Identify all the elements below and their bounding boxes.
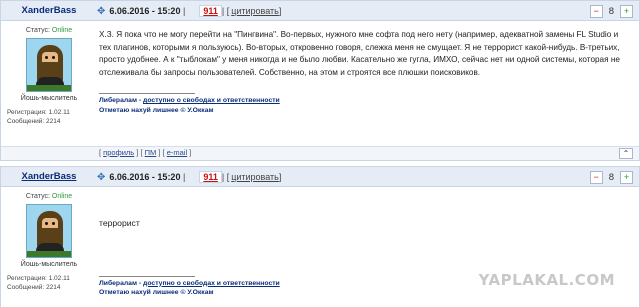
site-watermark: YAPLAKAL.COM xyxy=(478,271,615,289)
post-meta: ✥ 6.06.2016 - 15:20 | 911 | [цитировать] xyxy=(97,5,282,17)
signature-divider xyxy=(99,93,195,95)
post-rating: − 8 + xyxy=(589,4,633,18)
profile-link[interactable]: профиль xyxy=(103,148,134,157)
avatar[interactable] xyxy=(26,204,72,258)
rating-value: 8 xyxy=(608,5,614,17)
forum-post: XanderBass ✥ 6.06.2016 - 15:20 | 911 | [цит… xyxy=(0,0,640,161)
cite-button[interactable]: цитировать xyxy=(231,172,279,182)
message-count: Сообщений: 2214 xyxy=(7,118,61,125)
signature-quote: Отметаю нахуй лишнее © У.Оккам xyxy=(99,106,214,114)
user-status: Статус: Online xyxy=(1,27,97,34)
forum-post: XanderBass ✥ 6.06.2016 - 15:20 | 911 | [цит… xyxy=(0,166,640,307)
post-number-link[interactable]: 911 xyxy=(199,5,222,17)
user-stats: Регистрация: 1.02.11 Сообщений: 2214 xyxy=(1,108,97,126)
cite-button[interactable]: цитировать xyxy=(231,6,279,16)
registration-date: Регистрация: 1.02.11 xyxy=(7,275,70,282)
rating-value: 8 xyxy=(608,171,614,183)
pin-icon[interactable]: ✥ xyxy=(97,172,105,183)
post-rating: − 8 + xyxy=(589,170,633,184)
status-label: Статус: xyxy=(25,193,50,200)
user-rank: Йошь-мыслитель xyxy=(20,261,78,268)
pin-icon[interactable]: ✥ xyxy=(97,6,105,17)
post-header: XanderBass ✥ 6.06.2016 - 15:20 | 911 | [цит… xyxy=(1,167,639,187)
registration-date: Регистрация: 1.02.11 xyxy=(7,109,70,116)
user-sidebar: Статус: Online Йошь-мыслитель Регистраци… xyxy=(1,21,97,160)
post-meta: ✥ 6.06.2016 - 15:20 | 911 | [цитировать] xyxy=(97,171,282,183)
vote-up-icon[interactable]: + xyxy=(620,4,633,18)
post-number-link[interactable]: 911 xyxy=(199,171,222,183)
signature-link[interactable]: доступно о свободах и ответственности xyxy=(143,280,280,287)
signature-divider xyxy=(99,275,195,277)
status-online: Online xyxy=(51,27,73,34)
signature-link[interactable]: доступно о свободах и ответственности xyxy=(143,97,280,104)
post-date: 6.06.2016 - 15:20 xyxy=(109,172,181,182)
post-date: 6.06.2016 - 15:20 xyxy=(109,6,181,16)
signature-prefix: Либералам - xyxy=(99,97,144,105)
email-link[interactable]: e-mail xyxy=(167,148,187,157)
post-footer: [ профиль ] [ ПМ ] [ e-mail ] ⌃ xyxy=(1,146,639,160)
scroll-up-icon[interactable]: ⌃ xyxy=(619,148,633,159)
vote-up-icon[interactable]: + xyxy=(620,170,633,184)
message-count: Сообщений: 2214 xyxy=(7,284,61,291)
post-content: Х.З. Я пока что не могу перейти на "Пинг… xyxy=(97,21,633,115)
user-sidebar: Статус: Online Йошь-мыслитель Регистраци… xyxy=(1,187,97,307)
author-name[interactable]: XanderBass xyxy=(1,1,97,21)
signature-prefix: Либералам - xyxy=(99,279,144,287)
status-label: Статус: xyxy=(25,27,50,34)
user-links: [ профиль ] [ ПМ ] [ e-mail ] xyxy=(99,148,192,157)
vote-down-icon[interactable]: − xyxy=(589,170,603,184)
user-stats: Регистрация: 1.02.11 Сообщений: 2214 xyxy=(1,274,97,292)
post-header: XanderBass ✥ 6.06.2016 - 15:20 | 911 | [цит… xyxy=(1,1,639,21)
post-text: террорист xyxy=(99,218,140,228)
pm-link[interactable]: ПМ xyxy=(145,148,157,157)
signature-quote: Отметаю нахуй лишнее © У.Оккам xyxy=(99,289,214,297)
status-online: Online xyxy=(51,193,73,200)
avatar[interactable] xyxy=(26,38,72,92)
post-text: Х.З. Я пока что не могу перейти на "Пинг… xyxy=(99,30,620,77)
author-name[interactable]: XanderBass xyxy=(1,167,97,187)
signature: Либералам - доступно о свободах и ответс… xyxy=(97,96,633,115)
user-status: Статус: Online xyxy=(1,193,97,200)
user-rank: Йошь-мыслитель xyxy=(20,95,78,102)
vote-down-icon[interactable]: − xyxy=(589,4,603,18)
